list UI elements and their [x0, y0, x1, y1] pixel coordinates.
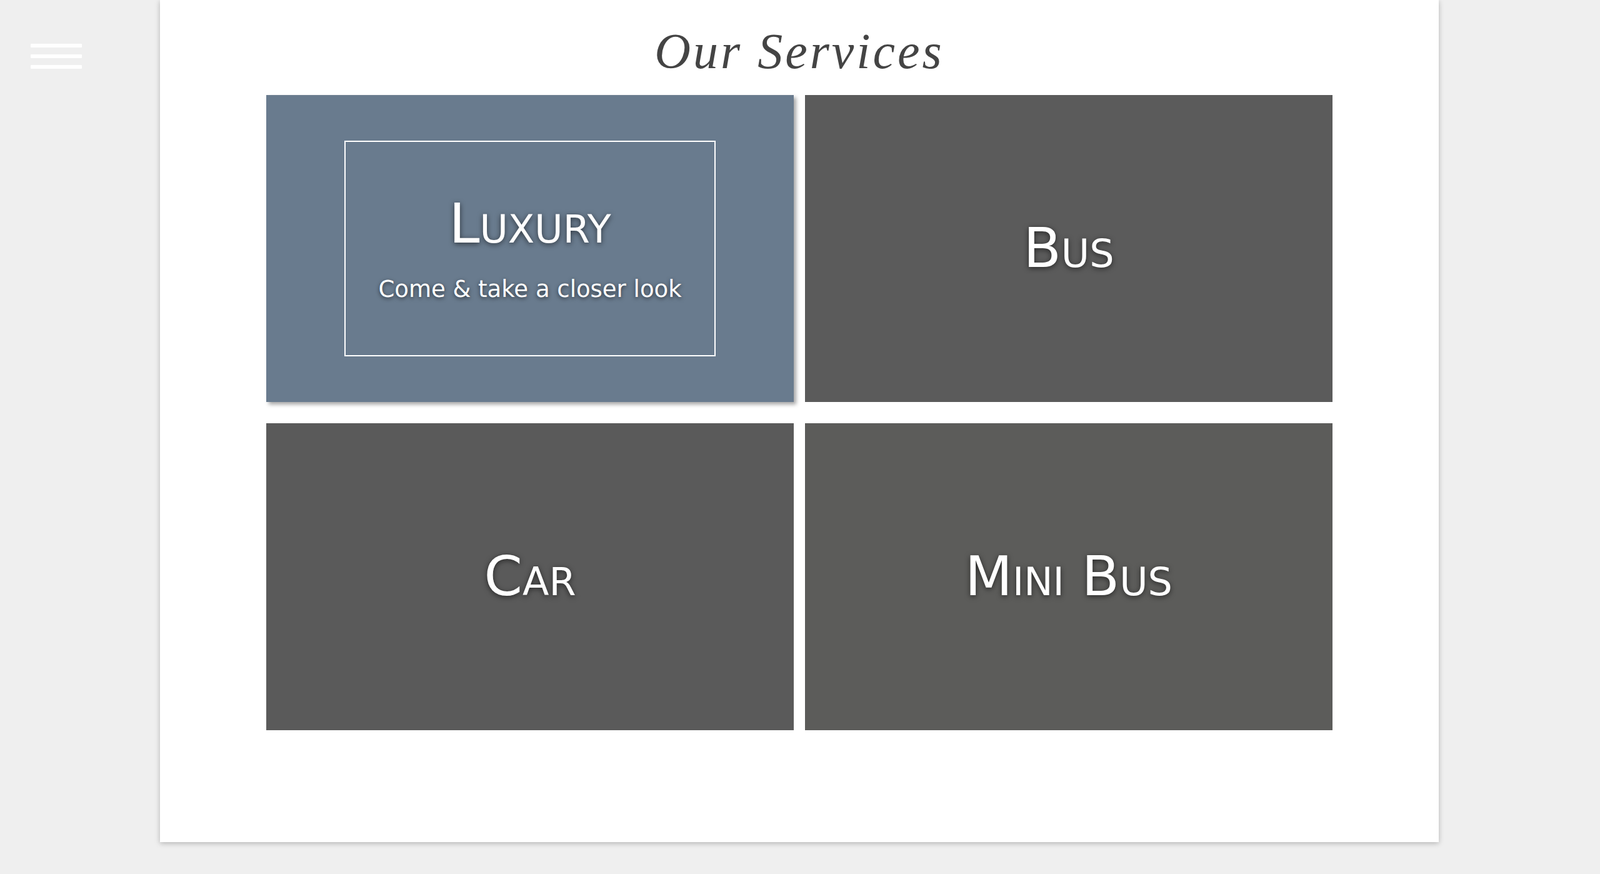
service-tile[interactable]: Mini Bus — [805, 423, 1333, 730]
services-grid: Luxury Come & take a closer look Bus Car Min… — [266, 95, 1333, 730]
tile-caption: Luxury Come & take a closer look — [344, 140, 716, 357]
menu-bar — [30, 65, 82, 69]
service-tile[interactable]: Car — [266, 423, 794, 730]
menu-bar — [30, 54, 82, 59]
menu-icon[interactable] — [30, 43, 82, 69]
service-subtitle: Come & take a closer look — [378, 275, 682, 304]
service-label: Luxury — [448, 193, 611, 255]
service-label: Car — [484, 546, 577, 607]
tile-caption: Car — [471, 546, 589, 607]
service-label: Mini Bus — [965, 546, 1173, 607]
tile-caption: Mini Bus — [952, 546, 1185, 607]
menu-bar — [30, 43, 82, 48]
service-tile[interactable]: Luxury Come & take a closer look — [266, 95, 794, 402]
service-label: Bus — [1023, 218, 1114, 279]
page-title: Our Services — [654, 0, 944, 95]
service-tile[interactable]: Bus — [805, 95, 1333, 402]
tile-caption: Bus — [1010, 218, 1127, 279]
services-card: Our Services Luxury Come & take a closer l… — [160, 0, 1439, 842]
